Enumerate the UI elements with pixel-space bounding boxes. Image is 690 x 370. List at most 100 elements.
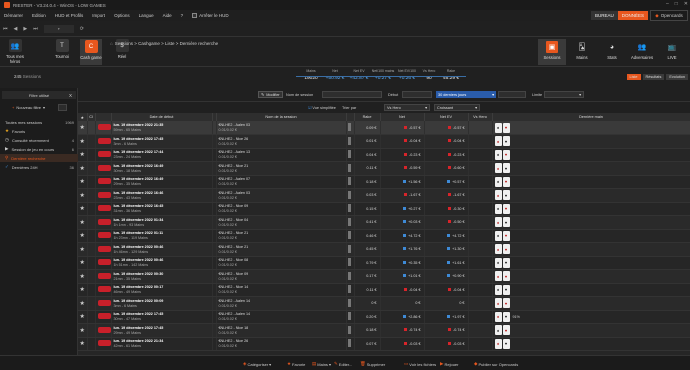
table-row[interactable]: ★ lun. 19 décembre 2022 00:46 1h 51mn - 14… (78, 256, 690, 270)
col-cl-header[interactable]: Cl (87, 113, 96, 121)
tournoi-button[interactable]: T Tournoi (52, 39, 72, 59)
last-hand-cell[interactable]: ♠ ♥ (492, 283, 690, 297)
table-row[interactable]: ★ lun. 19 décembre 2022 21:34 42mn - 61 Ma… (78, 337, 690, 351)
last-hand[interactable]: ♠ ♥ (493, 284, 690, 295)
table-row[interactable]: ★ lun. 19 décembre 2022 16:45 31mn - 36 Ma… (78, 202, 690, 216)
sort-order-select[interactable]: Croissant ▾ (434, 104, 480, 111)
skip-back-icon[interactable]: ⏮ (3, 26, 8, 32)
favorite-star-icon[interactable]: ★ (78, 229, 88, 243)
favorite-star-icon[interactable]: ★ (78, 283, 88, 297)
last-hand[interactable]: ♠ ♥ (493, 230, 690, 241)
table-row[interactable]: ★ lun. 19 décembre 2022 16:49 29mn - 35 Ma… (78, 175, 690, 189)
last-hand-cell[interactable]: ♠ ♥ (492, 296, 690, 311)
last-hand-cell[interactable]: ♠ ♥ (492, 121, 690, 135)
favorite-star-icon[interactable]: ★ (78, 256, 88, 270)
last-hand[interactable]: ♠ ♥ (493, 257, 690, 268)
last-hand[interactable]: ♠ ♥ (493, 338, 690, 349)
hero-button[interactable]: 👥 Tous mes héros (2, 39, 28, 64)
col-star-header[interactable]: ★ (78, 113, 88, 121)
filter-options-button[interactable] (58, 104, 67, 111)
refresh-icon[interactable]: ⟳ (80, 26, 84, 32)
last-hand[interactable]: ♠ ♥ 91% (493, 311, 690, 322)
hud-toggle[interactable]: Arrêter le HUD (192, 13, 229, 18)
session-name-input[interactable] (322, 91, 382, 98)
last-hand-cell[interactable]: ♠ ♥ (492, 148, 690, 162)
mains-button[interactable]: ▤ Mains ▾ (312, 361, 331, 367)
debut-input[interactable] (402, 91, 432, 98)
maximize-icon[interactable]: □ (675, 1, 678, 7)
last-hand[interactable]: ♠ ♥ (493, 136, 690, 147)
favorite-star-icon[interactable]: ★ (78, 310, 88, 324)
sidebar-item-derniere-recherche[interactable]: ⚲ Dernière recherche (0, 154, 78, 162)
favorite-star-icon[interactable]: ★ (78, 296, 88, 311)
editer-button[interactable]: ✎ Editer... (334, 361, 352, 367)
period-select[interactable]: 30 derniers jours ▾ (436, 91, 496, 98)
favorite-star-icon[interactable]: ★ (78, 121, 88, 135)
last-hand-cell[interactable]: ♠ ♥ (492, 242, 690, 257)
menu-import[interactable]: Import (92, 13, 105, 18)
skip-forward-icon[interactable]: ⏭ (33, 26, 38, 32)
menu-edition[interactable]: Edition (32, 13, 46, 18)
tab-live[interactable]: 📺 LIVE (658, 39, 686, 65)
last-hand[interactable]: ♠ ♥ (493, 217, 690, 228)
sort-field-select[interactable]: Vs Hero ▾ (384, 104, 430, 111)
col-rake-header[interactable]: Rake (354, 113, 381, 121)
favorite-star-icon[interactable]: ★ (78, 188, 88, 203)
nav-selector[interactable]: ▾ (43, 24, 74, 33)
menu-aide[interactable]: Aide (163, 13, 172, 18)
last-hand[interactable]: ♠ ♥ (493, 298, 690, 309)
last-hand-cell[interactable]: ♠ ♥ (492, 202, 690, 216)
favorite-star-icon[interactable]: ★ (78, 269, 88, 284)
period-end-input[interactable] (498, 91, 526, 98)
favorie-button[interactable]: ★ Favorie (287, 361, 305, 367)
cash-game-button[interactable]: C Cash game (80, 39, 102, 65)
voir-fichiers-button[interactable]: ▭ Voir les fichiers (404, 361, 436, 367)
tab-stats[interactable]: ◕ Stats (598, 39, 626, 65)
last-hand[interactable]: ♠ ♥ (493, 122, 690, 133)
table-row[interactable]: ★ lun. 19 décembre 2022 17:45 3mn - 6 Main… (78, 134, 690, 149)
favorite-star-icon[interactable]: ★ (78, 134, 88, 149)
favorite-star-icon[interactable]: ★ (78, 161, 88, 176)
table-row[interactable]: ★ lun. 19 décembre 2022 00:09 3mn - 6 Main… (78, 296, 690, 311)
tab-mains[interactable]: 🂡 Mains (568, 39, 596, 65)
last-hand[interactable]: ♠ ♥ (493, 163, 690, 174)
tab-sessions[interactable]: ▣ Sessions (538, 39, 566, 65)
last-hand-cell[interactable]: ♠ ♥ (492, 134, 690, 149)
table-row[interactable]: ★ lun. 19 décembre 2022 00:17 46mn - 49 Ma… (78, 283, 690, 297)
modifier-button[interactable]: ✎ Modifier (258, 91, 283, 98)
vue-simplifiee-toggle[interactable]: ☑ Vue simplifiée (306, 104, 338, 111)
menu-hud-profils[interactable]: HUD et Profils (55, 13, 84, 18)
col-site-header[interactable] (95, 113, 112, 121)
minimize-icon[interactable]: – (666, 1, 669, 7)
favorite-star-icon[interactable]: ★ (78, 175, 88, 189)
favorite-star-icon[interactable]: ★ (78, 337, 88, 351)
clear-filter-button[interactable]: X (69, 93, 72, 98)
last-hand[interactable]: ♠ ♥ (493, 244, 690, 255)
col-lasthand-header[interactable]: Dernière main (492, 113, 690, 121)
col-net-header[interactable]: Net (380, 113, 425, 121)
menu-help[interactable]: ? (181, 13, 184, 18)
table-row[interactable]: ★ lun. 19 décembre 2022 00:30 21mn - 35 Ma… (78, 269, 690, 284)
favorite-star-icon[interactable]: ★ (78, 215, 88, 230)
tab-adversaires[interactable]: 👥 Adversaires (628, 39, 656, 65)
table-row[interactable]: ★ lun. 19 décembre 2022 00:46 1h 46mn - 12… (78, 242, 690, 257)
last-hand-cell[interactable]: ♠ ♥ (492, 215, 690, 230)
table-row[interactable]: ★ lun. 19 décembre 2022 17:44 23mn - 24 Ma… (78, 148, 690, 162)
last-hand-cell[interactable]: ♠ ♥ 91% (492, 310, 690, 324)
table-row[interactable]: ★ lun. 19 décembre 2022 21:35 59mn - 65 Ma… (78, 121, 690, 135)
opencards-button[interactable]: ◆ Opencards (650, 10, 688, 21)
col-netev-header[interactable]: Net EV (424, 113, 469, 121)
limite-select[interactable]: ▾ (544, 91, 584, 98)
last-hand[interactable]: ♠ ♥ (493, 325, 690, 336)
categoriser-button[interactable]: ◈ Catégoriser ▾ (243, 361, 271, 367)
last-hand-cell[interactable]: ♠ ♥ (492, 175, 690, 189)
last-hand-cell[interactable]: ♠ ♥ (492, 229, 690, 243)
favorite-star-icon[interactable]: ★ (78, 242, 88, 257)
table-row[interactable]: ★ lun. 19 décembre 2022 16:46 23mn - 43 Ma… (78, 188, 690, 203)
last-hand-cell[interactable]: ♠ ♥ (492, 269, 690, 284)
last-hand[interactable]: ♠ ♥ (493, 271, 690, 282)
view-evolution-button[interactable]: Evolution (666, 74, 688, 80)
sidebar-item-session-en-cours[interactable]: ▶ Session de jeu en cours 6 (0, 145, 78, 153)
close-icon[interactable]: ✕ (684, 1, 688, 7)
table-row[interactable]: ★ lun. 19 décembre 2022 01:11 1h 23mn - 11… (78, 229, 690, 243)
